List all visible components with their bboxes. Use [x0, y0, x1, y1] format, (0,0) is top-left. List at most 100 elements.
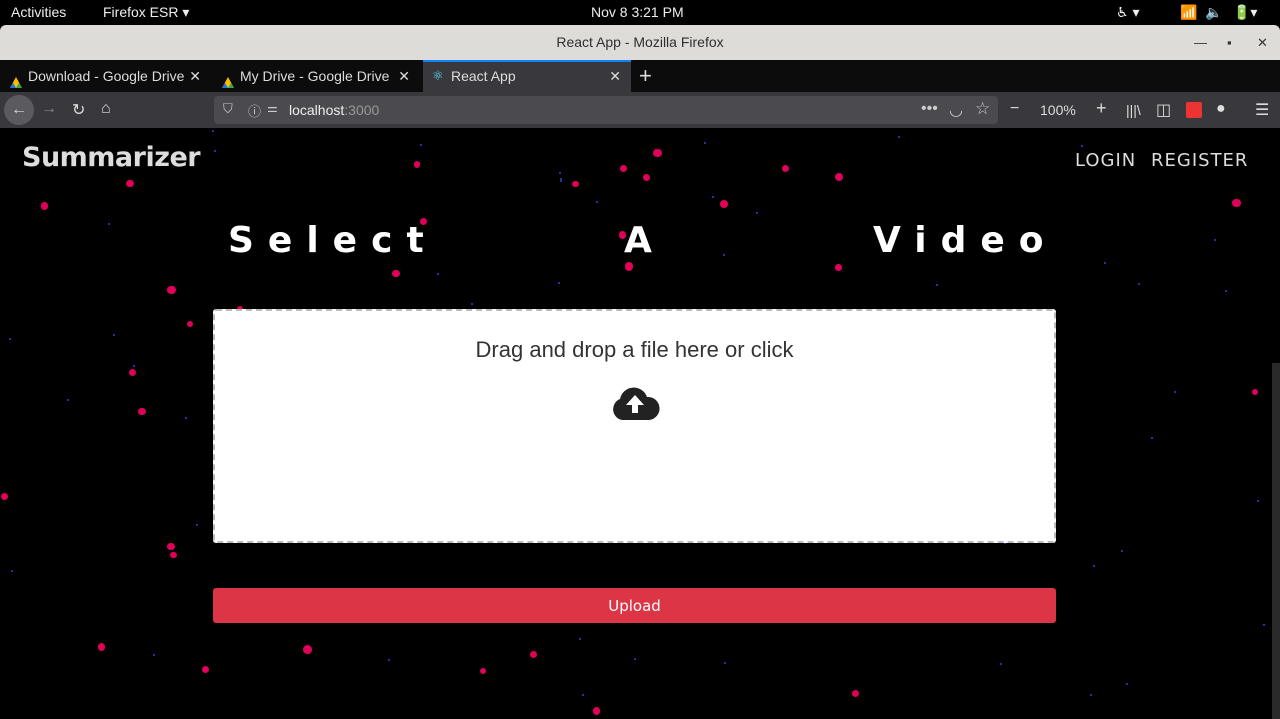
particle [1126, 682, 1129, 685]
register-link[interactable]: REGISTER [1151, 150, 1248, 171]
particle [529, 651, 537, 659]
page-content: Summarizer LOGIN REGISTER Select A Video… [0, 128, 1280, 719]
clock[interactable]: Nov 8 3:21 PM [591, 4, 684, 20]
particle [560, 180, 563, 183]
particle [1138, 282, 1141, 285]
zoom-in-button[interactable]: + [1096, 98, 1107, 119]
forward-button[interactable]: → [41, 100, 57, 118]
home-button[interactable]: ⌂ [101, 100, 111, 118]
particle [1092, 565, 1095, 568]
particle [126, 179, 135, 188]
scrollbar[interactable] [1272, 363, 1280, 719]
volume-icon[interactable]: 🔈 [1205, 4, 1222, 21]
upload-button[interactable]: Upload [213, 588, 1056, 623]
maximize-button[interactable]: ▪ [1227, 25, 1232, 60]
particle [834, 172, 844, 182]
tab-label: My Drive - Google Drive [240, 68, 390, 84]
particle [851, 690, 859, 698]
particle [10, 570, 13, 573]
sidebar-icon[interactable]: ◫ [1156, 100, 1171, 120]
reload-button[interactable]: ↻ [72, 100, 85, 120]
particle [898, 135, 901, 138]
particle [170, 551, 177, 559]
wifi-icon[interactable]: 📶 [1180, 4, 1197, 21]
account-icon[interactable]: ● [1216, 100, 1226, 118]
particle [936, 284, 939, 287]
particle [835, 264, 842, 271]
particle [392, 269, 400, 278]
pocket-icon[interactable]: ◡ [949, 100, 963, 120]
heading-word: Select [228, 220, 438, 261]
particle [720, 200, 728, 209]
close-tab-icon[interactable]: ✕ [189, 60, 201, 92]
particle [1213, 238, 1216, 241]
particle [470, 302, 473, 305]
brand-logo[interactable]: Summarizer [22, 142, 201, 173]
particle [479, 667, 487, 675]
particle [723, 254, 726, 256]
particle [133, 364, 136, 367]
close-window-button[interactable]: ✕ [1257, 25, 1268, 60]
particle [1263, 624, 1266, 627]
battery-icon[interactable]: 🔋▾ [1233, 4, 1257, 21]
particle [1120, 550, 1123, 553]
particle [129, 369, 137, 377]
particle [387, 658, 390, 661]
tab-react-app[interactable]: ⚛ React App ✕ [423, 60, 631, 92]
particle [557, 282, 560, 285]
particle [152, 653, 155, 656]
tab-label: React App [451, 68, 516, 84]
permissions-icon[interactable]: ⚌ [267, 101, 278, 115]
particle [704, 142, 707, 145]
tab-download-drive[interactable]: Download - Google Drive ✕ [0, 60, 207, 92]
shield-icon[interactable]: ⛉ [223, 101, 233, 117]
particle [624, 262, 634, 271]
particle [756, 211, 759, 214]
particle [579, 638, 582, 641]
particle [113, 334, 116, 337]
particle [1225, 289, 1228, 292]
particle [620, 165, 627, 173]
accessibility-icon[interactable]: ♿ ▾ [1116, 4, 1139, 21]
zoom-level[interactable]: 100% [1040, 102, 1076, 118]
particle [1150, 436, 1153, 439]
react-icon: ⚛ [432, 68, 444, 83]
particle [8, 338, 11, 341]
particle [724, 662, 727, 665]
particle [1231, 198, 1241, 208]
close-tab-icon[interactable]: ✕ [398, 60, 410, 92]
library-icon[interactable]: |||\ [1126, 102, 1141, 118]
minimize-button[interactable]: — [1194, 25, 1207, 60]
particle [214, 149, 217, 152]
particle [1257, 499, 1260, 502]
system-top-bar: Activities Firefox ESR ▾ Nov 8 3:21 PM ♿… [0, 0, 1280, 25]
info-icon[interactable]: ⓘ [248, 101, 261, 120]
new-tab-button[interactable]: + [639, 63, 652, 89]
particle [303, 645, 312, 654]
page-actions-icon[interactable]: ••• [921, 100, 938, 118]
url-text[interactable]: localhost:3000 [289, 102, 379, 118]
login-link[interactable]: LOGIN [1075, 150, 1136, 171]
activities-button[interactable]: Activities [11, 4, 66, 20]
dropzone-label: Drag and drop a file here or click [475, 337, 794, 362]
google-drive-icon [221, 69, 235, 88]
tab-my-drive[interactable]: My Drive - Google Drive ✕ [212, 60, 420, 92]
file-dropzone[interactable]: Drag and drop a file here or click [213, 309, 1056, 543]
particle [40, 202, 48, 210]
particle [999, 663, 1002, 666]
particle [1104, 262, 1107, 265]
back-button[interactable]: ← [4, 95, 34, 125]
zoom-out-button[interactable]: − [1010, 100, 1019, 118]
particle [559, 172, 562, 175]
menu-icon[interactable]: ☰ [1255, 100, 1269, 120]
bookmark-star-icon[interactable]: ☆ [975, 99, 990, 119]
app-menu[interactable]: Firefox ESR ▾ [103, 4, 189, 21]
tab-bar: Download - Google Drive ✕ My Drive - Goo… [0, 60, 1280, 92]
close-tab-icon[interactable]: ✕ [609, 62, 621, 90]
url-bar[interactable]: ⛉ ⓘ ⚌ localhost:3000 ••• ◡ ☆ [214, 96, 998, 124]
google-drive-icon [9, 69, 23, 88]
particle [202, 666, 210, 674]
heading-word: Video [873, 220, 1058, 261]
particle [1090, 694, 1093, 697]
extension-icon[interactable] [1186, 102, 1202, 118]
